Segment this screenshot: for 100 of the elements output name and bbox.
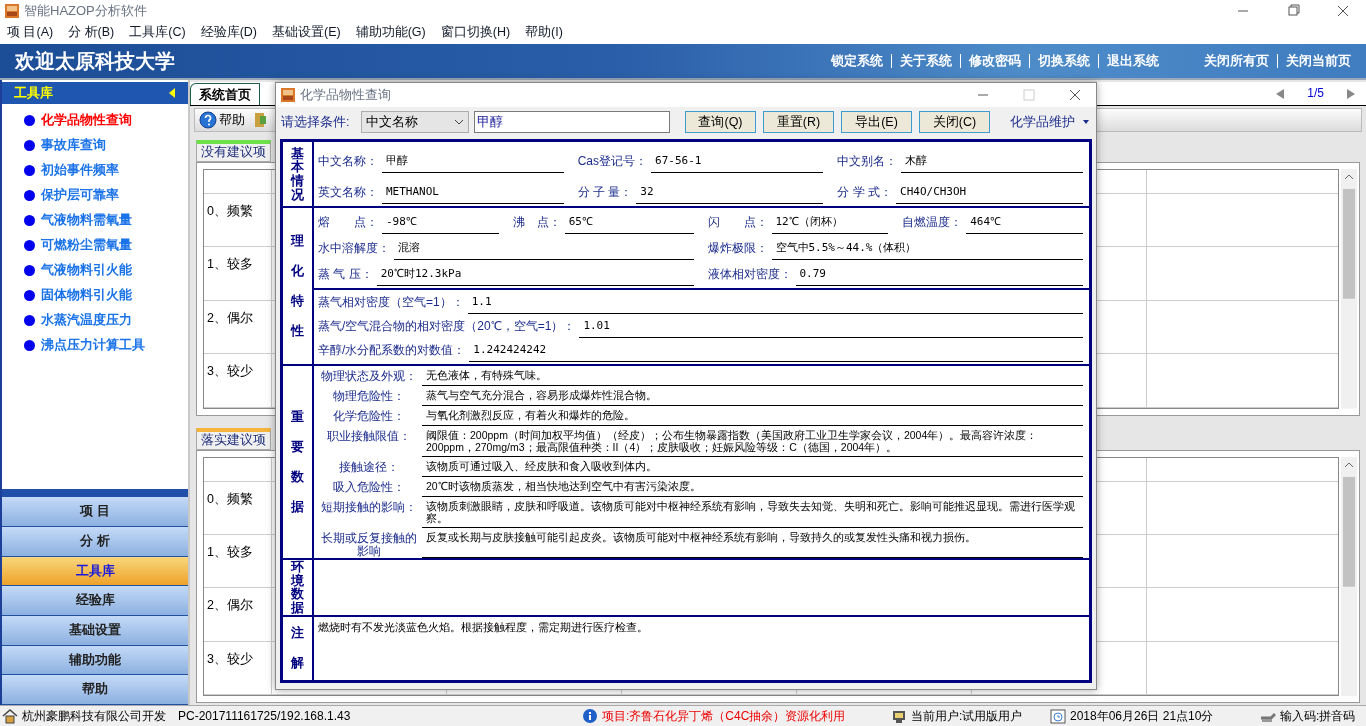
field-value: 混溶 (394, 239, 694, 260)
field-label: 物理危险性： (332, 388, 406, 405)
field-value: 20℃时该物质蒸发，相当快地达到空气中有害污染浓度。 (422, 477, 1083, 497)
tool-link[interactable]: 固体物料引火能 (41, 286, 132, 305)
project-text: 项目:齐鲁石化异丁烯（C4C抽余）资源化利用 (602, 708, 847, 725)
previous-icon[interactable] (1275, 88, 1286, 100)
field-value: 20℃时12.3kPa (376, 265, 694, 286)
section-button[interactable]: 工具库 (2, 556, 188, 587)
bullet-icon (24, 290, 35, 301)
field-label: 自燃温度： (902, 214, 963, 231)
menu-item[interactable]: 帮助(I) (525, 22, 563, 42)
tool-link[interactable]: 沸点压力计算工具 (41, 336, 145, 355)
banner-link[interactable]: 关于系统 (900, 51, 952, 71)
app-icon (280, 87, 296, 103)
field-label: 辛醇/水分配系数的对数值： (318, 342, 466, 359)
section-button[interactable]: 基础设置 (2, 615, 188, 646)
menu-item[interactable]: 工具库(C) (129, 22, 186, 42)
toolbar-button[interactable]: 导出(E) (841, 111, 912, 133)
field-value: 464℃ (966, 213, 1083, 234)
home-icon (2, 708, 18, 724)
dropdown-icon (1083, 120, 1089, 124)
row-label: 3、较少 (204, 641, 272, 694)
info-icon (582, 708, 598, 724)
field-value: 该物质刺激眼睛，皮肤和呼吸道。该物质可能对中枢神经系统有影响，导致失去知觉、失明和死亡。影响可能推迟显现。需进行医学观察。 (422, 497, 1083, 528)
section-button[interactable]: 辅助功能 (2, 645, 188, 676)
collapse-icon[interactable] (168, 87, 176, 99)
field-value: 蒸气与空气充分混合，容易形成爆炸性混合物。 (422, 386, 1083, 406)
field-label: 物理状态及外观： (320, 368, 418, 385)
field-label: 分 学 式： (837, 184, 892, 201)
datetime-text: 2018年06月26日 21点10分 (1070, 708, 1215, 725)
field-label: 化学危险性： (332, 408, 406, 425)
field-value: 1.1 (467, 293, 1083, 314)
row-label: 0、频繁 (204, 481, 272, 534)
field-value: 65℃ (564, 213, 694, 234)
tool-link[interactable]: 初始事件频率 (41, 161, 119, 180)
menu-item[interactable]: 辅助功能(G) (355, 22, 426, 42)
section-button[interactable]: 经验库 (2, 586, 188, 616)
section-button[interactable]: 分 析 (2, 526, 188, 557)
field-label: 熔 点： (318, 214, 378, 231)
tool-link[interactable]: 可燃粉尘需氧量 (41, 236, 132, 255)
field-value: 甲醇 (382, 152, 564, 173)
exit-icon[interactable] (253, 111, 267, 129)
field-label: 爆炸极限： (707, 240, 768, 257)
condition-dropdown[interactable]: 中文名称 (361, 111, 469, 133)
section-heading: 基本情况 (291, 146, 304, 202)
menu-item[interactable]: 项 目(A) (7, 22, 54, 42)
row-label: 1、较多 (204, 534, 272, 588)
banner-link[interactable]: 退出系统 (1107, 51, 1159, 71)
field-value: METHANOL (382, 183, 564, 204)
row-label: 3、较少 (204, 354, 272, 407)
next-icon[interactable] (1346, 88, 1356, 100)
developer-text: 杭州豪鹏科技有限公司开发 (22, 708, 166, 725)
section-heading: 注解 (291, 624, 304, 673)
banner-link[interactable]: 关闭当前页 (1286, 51, 1351, 71)
help-button[interactable]: 帮助 (195, 110, 249, 130)
maintenance-menu[interactable]: 化学品维护 (1010, 112, 1089, 132)
banner-title: 欢迎太原科技大学 (15, 49, 175, 74)
section-button[interactable]: 帮助 (2, 675, 188, 705)
field-value: 阈限值：200ppm（时间加权平均值）（经皮）；公布生物暴露指数（美国政府工业卫生学家会议，2004年）。最高容许浓度：200ppm，270mg/m3；最高限值种类：II（4）；皮肤吸收；妊娠风险等级：C（德国，2004年）。 (422, 426, 1083, 457)
menu-item[interactable]: 分 析(B) (68, 22, 115, 42)
row-label: 1、较多 (204, 247, 272, 300)
banner-link[interactable]: 锁定系统 (831, 51, 883, 71)
menu-item[interactable]: 基础设置(E) (272, 22, 341, 42)
panel-tab[interactable]: 没有建议项 (196, 140, 271, 162)
tool-link[interactable]: 气液物料需氧量 (41, 211, 132, 230)
splitter-grip[interactable] (2, 489, 188, 498)
tool-link[interactable]: 气液物料引火能 (41, 261, 132, 280)
menu-item[interactable]: 窗口切换(H) (440, 22, 511, 42)
panel-tab[interactable]: 落实建议项 (196, 427, 271, 450)
tool-link[interactable]: 化学品物性查询 (41, 111, 132, 130)
field-label: 职业接触限值： (326, 428, 412, 445)
toolbar-button[interactable]: 查询(Q) (685, 111, 756, 133)
field-value: 木醇 (901, 152, 1083, 173)
banner-link[interactable]: 修改密码 (969, 51, 1021, 71)
tool-link[interactable]: 保护层可靠率 (41, 186, 119, 205)
chevron-down-icon (454, 119, 464, 125)
row-label: 0、频繁 (204, 194, 272, 247)
toolbar-button[interactable]: 关闭(C) (919, 111, 990, 133)
app-icon (4, 3, 20, 19)
banner-link[interactable]: 关闭所有页 (1204, 51, 1269, 71)
field-value: -98℃ (382, 213, 499, 234)
toolbar-button[interactable]: 重置(R) (763, 111, 834, 133)
bullet-icon (24, 215, 35, 226)
field-value: 该物质可通过吸入、经皮肤和食入吸收到体内。 (422, 457, 1083, 477)
dialog-title: 化学品物性查询 (300, 86, 391, 104)
tool-link[interactable]: 事故库查询 (41, 136, 106, 155)
section-button[interactable]: 项 目 (2, 497, 188, 527)
clock-icon (1050, 708, 1066, 724)
tool-link[interactable]: 水蒸汽温度压力 (41, 311, 132, 330)
section-heading: 环境数据 (291, 560, 304, 615)
scrollbar[interactable] (1341, 169, 1357, 409)
field-label: 中文名称： (318, 153, 378, 170)
field-label: Cas登记号： (577, 153, 647, 170)
menu-item[interactable]: 经验库(D) (200, 22, 257, 42)
page-tab[interactable]: 系统首页 (190, 83, 260, 105)
bullet-icon (24, 140, 35, 151)
scrollbar[interactable] (1341, 456, 1357, 696)
field-value: 与氧化剂激烈反应，有着火和爆炸的危险。 (422, 406, 1083, 426)
banner-link[interactable]: 切换系统 (1038, 51, 1090, 71)
search-field[interactable]: 甲醇 (474, 111, 670, 133)
